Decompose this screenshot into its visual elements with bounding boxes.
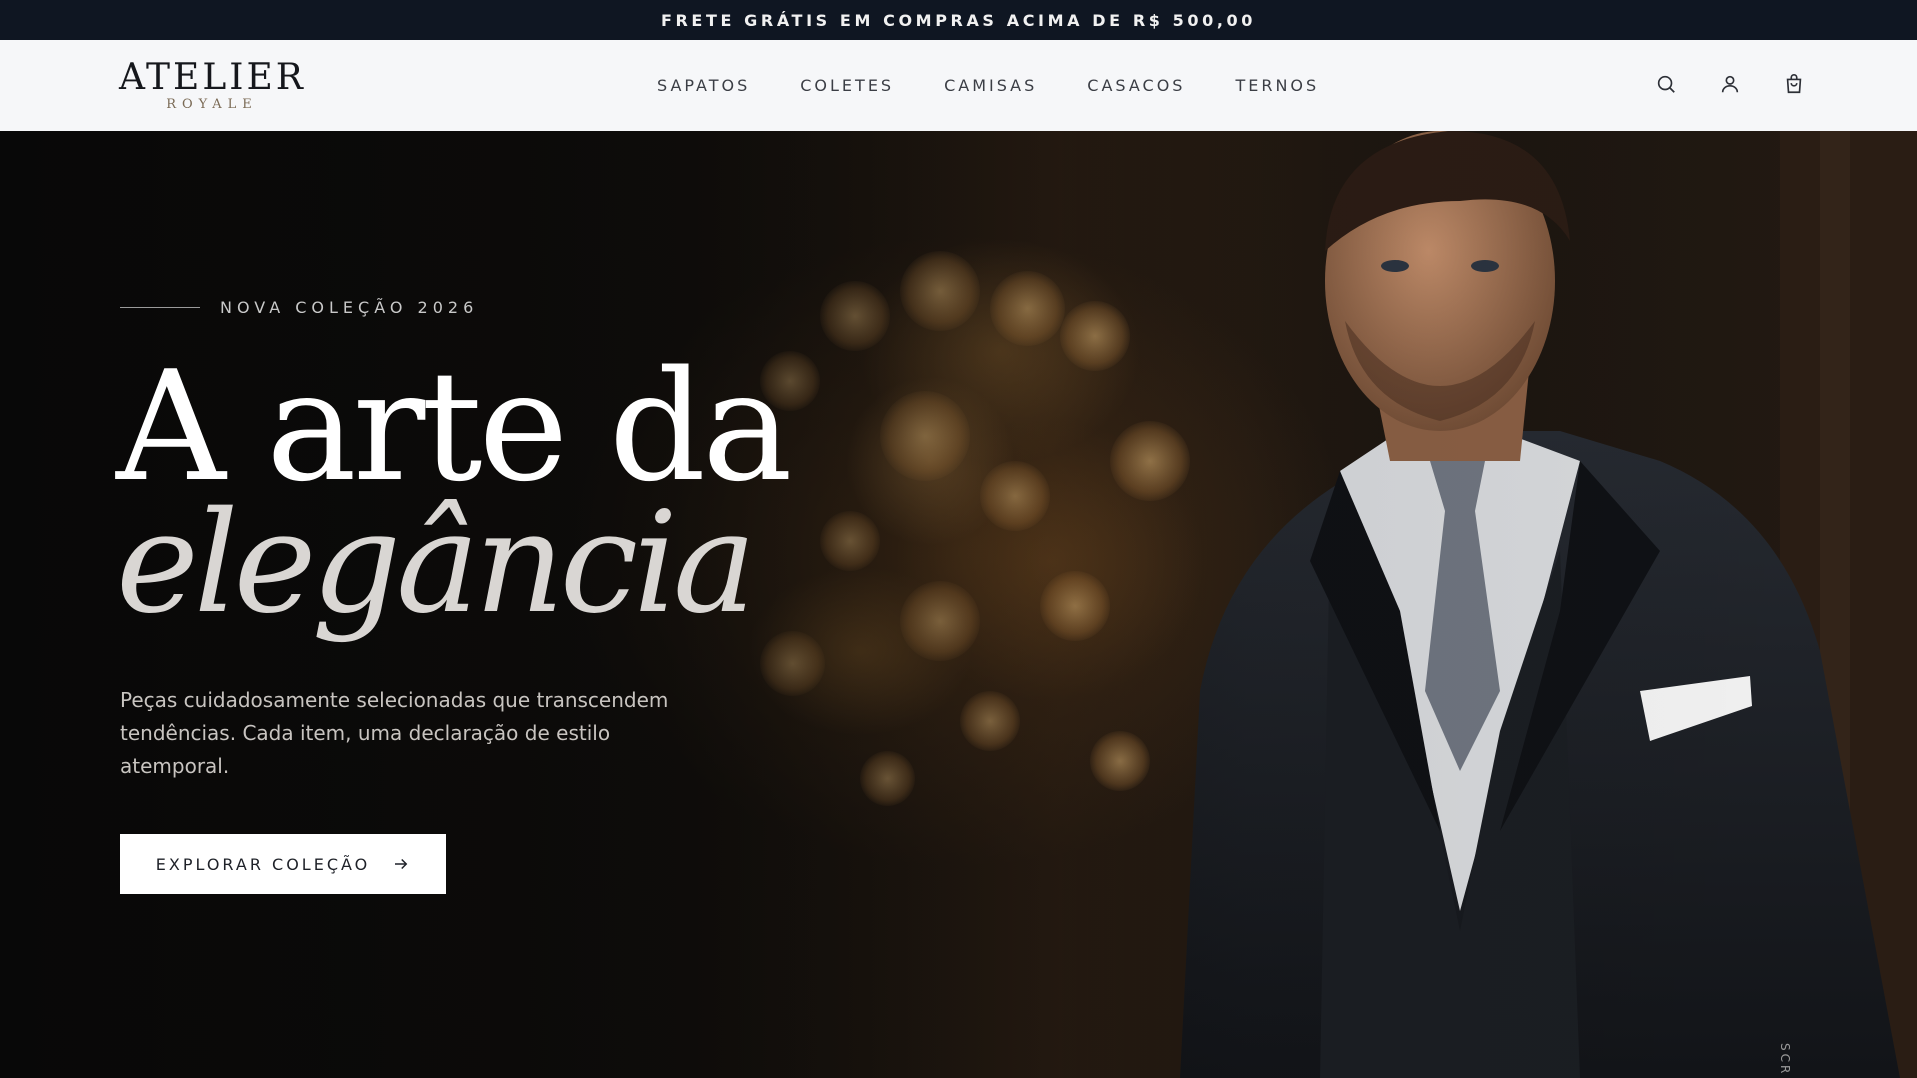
cart-button[interactable]	[1781, 73, 1807, 99]
nav-item-ternos[interactable]: TERNOS	[1235, 76, 1319, 95]
account-button[interactable]	[1717, 73, 1743, 99]
site-header: ATELIER ROYALE SAPATOS COLETES CAMISAS C…	[0, 40, 1917, 132]
cta-label: EXPLORAR COLEÇÃO	[155, 854, 371, 874]
brand-name: ATELIER	[119, 57, 306, 98]
search-icon	[1655, 73, 1677, 99]
nav-item-casacos[interactable]: CASACOS	[1087, 76, 1185, 95]
cart-icon	[1783, 73, 1805, 99]
arrow-right-icon	[392, 855, 410, 873]
brand-logo[interactable]: ATELIER ROYALE	[119, 57, 306, 113]
main-nav: SAPATOS COLETES CAMISAS CASACOS TERNOS	[657, 40, 1319, 131]
nav-item-coletes[interactable]: COLETES	[800, 76, 894, 95]
hero-eyebrow: NOVA COLEÇÃO 2026	[120, 298, 478, 317]
hero-description: Peças cuidadosamente selecionadas que tr…	[120, 688, 669, 778]
brand-tagline: ROYALE	[166, 97, 258, 112]
eyebrow-divider	[120, 307, 200, 308]
explore-collection-button[interactable]: EXPLORAR COLEÇÃO	[120, 834, 446, 894]
search-button[interactable]	[1653, 73, 1679, 99]
announcement-text: FRETE GRÁTIS EM COMPRAS ACIMA DE R$ 500,…	[660, 10, 1257, 30]
header-actions	[1653, 40, 1807, 131]
nav-item-sapatos[interactable]: SAPATOS	[657, 76, 750, 95]
announcement-bar: FRETE GRÁTIS EM COMPRAS ACIMA DE R$ 500,…	[0, 0, 1917, 40]
nav-item-camisas[interactable]: CAMISAS	[944, 76, 1037, 95]
user-icon	[1719, 73, 1741, 99]
hero-headline-line2: elegância	[116, 482, 756, 645]
eyebrow-text: NOVA COLEÇÃO 2026	[220, 298, 479, 317]
scroll-indicator: SCR	[1778, 1043, 1792, 1077]
hero-section: NOVA COLEÇÃO 2026 A arte da elegância Pe…	[0, 131, 1917, 1078]
